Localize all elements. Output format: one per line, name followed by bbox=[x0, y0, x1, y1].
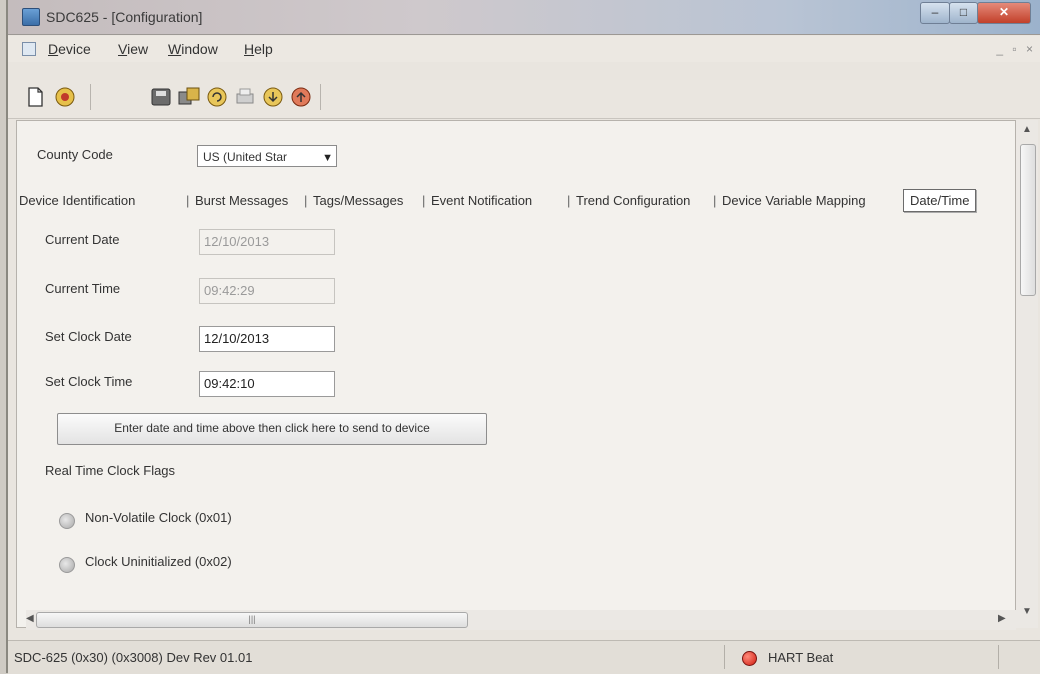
scroll-up-icon[interactable]: ▲ bbox=[1022, 124, 1032, 135]
set-clock-time-input[interactable]: 09:42:10 bbox=[199, 371, 335, 397]
tab-device-identification[interactable]: Device Identification bbox=[19, 193, 135, 208]
non-volatile-clock-radio[interactable] bbox=[59, 513, 75, 529]
rtc-flags-label: Real Time Clock Flags bbox=[45, 463, 176, 478]
window-title: SDC625 - [Configuration] bbox=[46, 9, 203, 25]
device-status-text: SDC-625 (0x30) (0x3008) Dev Rev 01.01 bbox=[14, 650, 253, 665]
multi-device-icon[interactable] bbox=[176, 84, 202, 110]
country-code-select[interactable]: US (United Star ▼ bbox=[197, 145, 337, 167]
tab-divider: | bbox=[567, 193, 571, 208]
scroll-down-icon[interactable]: ▼ bbox=[1022, 606, 1032, 617]
menu-view[interactable]: View bbox=[118, 41, 148, 57]
status-divider bbox=[998, 645, 999, 669]
vertical-scrollbar[interactable]: ▲ ▼ bbox=[1016, 120, 1038, 628]
toolbar bbox=[8, 80, 1040, 119]
toolbar-separator bbox=[90, 84, 91, 110]
vertical-scroll-thumb[interactable] bbox=[1020, 144, 1036, 296]
hart-beat-indicator-icon bbox=[742, 651, 757, 666]
tab-event-notification[interactable]: Event Notification bbox=[431, 193, 532, 208]
country-code-label: County Code bbox=[37, 147, 113, 162]
clock-uninitialized-label: Clock Uninitialized (0x02) bbox=[85, 554, 232, 569]
current-time-field: 09:42:29 bbox=[199, 278, 335, 304]
tab-divider: | bbox=[422, 193, 426, 208]
tab-burst-messages[interactable]: Burst Messages bbox=[195, 193, 288, 208]
app-icon bbox=[22, 8, 40, 26]
tab-device-variable-mapping[interactable]: Device Variable Mapping bbox=[722, 193, 866, 208]
set-clock-time-label: Set Clock Time bbox=[45, 374, 133, 389]
device-icon[interactable] bbox=[52, 84, 78, 110]
menu-help[interactable]: Help bbox=[244, 41, 273, 57]
hart-beat-label: HART Beat bbox=[768, 650, 834, 665]
configuration-panel: County Code US (United Star ▼ Device Ide… bbox=[16, 120, 1016, 628]
menu-device[interactable]: Device bbox=[48, 41, 91, 57]
tab-strip: Device Identification | Burst Messages |… bbox=[17, 189, 1015, 215]
tab-divider: | bbox=[186, 193, 190, 208]
status-bar: SDC-625 (0x30) (0x3008) Dev Rev 01.01 HA… bbox=[8, 640, 1040, 674]
tab-divider: | bbox=[304, 193, 308, 208]
tab-date-time[interactable]: Date/Time bbox=[903, 189, 977, 212]
mdi-window-icon[interactable] bbox=[22, 42, 36, 56]
set-clock-date-input[interactable]: 12/10/2013 bbox=[199, 326, 335, 352]
horizontal-scroll-thumb[interactable]: ||| bbox=[36, 612, 468, 628]
chevron-down-icon[interactable]: ▼ bbox=[322, 147, 333, 169]
send-to-device-button[interactable]: Enter date and time above then click her… bbox=[57, 413, 487, 445]
title-bar[interactable]: SDC625 - [Configuration] – □ ✕ bbox=[8, 0, 1040, 35]
save-icon[interactable] bbox=[148, 84, 174, 110]
refresh-icon[interactable] bbox=[204, 84, 230, 110]
menu-bar: Device View Window Help _ ▫ × bbox=[8, 36, 1040, 62]
set-clock-date-label: Set Clock Date bbox=[45, 329, 132, 344]
mdi-child-controls[interactable]: _ ▫ × bbox=[996, 42, 1036, 56]
tab-divider: | bbox=[713, 193, 717, 208]
maximize-button[interactable]: □ bbox=[949, 2, 978, 24]
non-volatile-clock-label: Non-Volatile Clock (0x01) bbox=[85, 510, 232, 525]
upload-icon[interactable] bbox=[288, 84, 314, 110]
minimize-button[interactable]: – bbox=[920, 2, 950, 24]
current-time-label: Current Time bbox=[45, 281, 121, 296]
country-code-value: US (United Star bbox=[203, 150, 288, 164]
scroll-left-icon[interactable]: ◀ bbox=[26, 613, 34, 624]
clock-uninitialized-radio[interactable] bbox=[59, 557, 75, 573]
toolbar-separator bbox=[320, 84, 321, 110]
download-icon[interactable] bbox=[260, 84, 286, 110]
print-icon[interactable] bbox=[232, 84, 258, 110]
menu-window[interactable]: Window bbox=[168, 41, 218, 57]
application-window: SDC625 - [Configuration] – □ ✕ Device Vi… bbox=[6, 0, 1040, 674]
horizontal-scrollbar[interactable]: ◀ ||| ▶ bbox=[26, 610, 1016, 630]
status-divider bbox=[724, 645, 725, 669]
current-date-field: 12/10/2013 bbox=[199, 229, 335, 255]
tab-trend-configuration[interactable]: Trend Configuration bbox=[576, 193, 690, 208]
new-document-icon[interactable] bbox=[22, 84, 48, 110]
tab-tags-messages[interactable]: Tags/Messages bbox=[313, 193, 403, 208]
current-date-label: Current Date bbox=[45, 232, 120, 247]
close-button[interactable]: ✕ bbox=[977, 2, 1031, 24]
scroll-right-icon[interactable]: ▶ bbox=[998, 613, 1006, 624]
